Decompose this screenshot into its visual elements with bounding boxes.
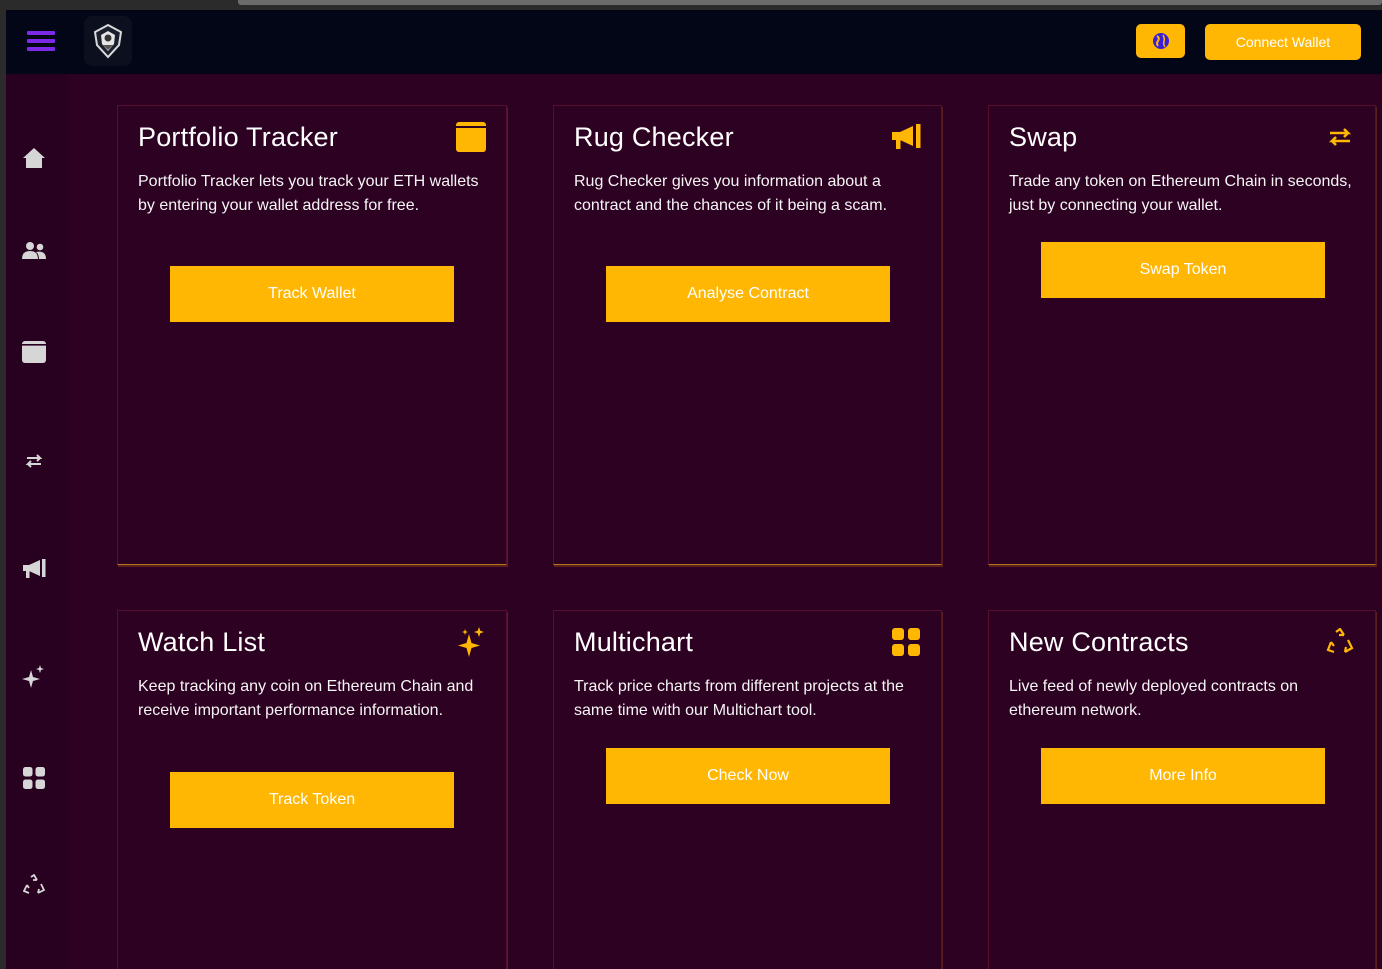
sidebar-item-rug-checker[interactable]: [20, 555, 48, 583]
card-title: Portfolio Tracker: [138, 122, 338, 152]
card-description: Portfolio Tracker lets you track your ET…: [138, 173, 479, 214]
track-wallet-button[interactable]: Track Wallet: [170, 266, 454, 322]
analyse-contract-button[interactable]: Analyse Contract: [606, 266, 890, 322]
wallet-icon: [456, 122, 486, 152]
sidebar-item-wallet[interactable]: [20, 338, 48, 366]
card-description: Trade any token on Ethereum Chain in sec…: [1009, 173, 1352, 214]
card-description: Track price charts from different projec…: [574, 678, 904, 719]
sidebar-item-home[interactable]: [20, 144, 48, 172]
recycle-icon: [1326, 628, 1354, 654]
home-icon: [23, 148, 45, 168]
check-now-button[interactable]: Check Now: [606, 748, 890, 804]
swap-icon: [1328, 128, 1352, 146]
card-multichart: Multichart Track price charts from diffe…: [553, 610, 942, 969]
sidebar-item-users[interactable]: [20, 237, 48, 265]
globe-icon: [1152, 33, 1169, 49]
wallet-icon: [22, 341, 46, 363]
grid-icon: [23, 767, 45, 789]
sidebar-item-new-contracts[interactable]: [20, 871, 48, 899]
connect-wallet-button[interactable]: Connect Wallet: [1205, 24, 1361, 60]
sparkles-icon: [22, 665, 44, 688]
app-window: Connect Wallet Portfolio Tracker Portfol…: [6, 10, 1382, 969]
menu-icon[interactable]: [27, 29, 55, 53]
card-title: New Contracts: [1009, 627, 1189, 657]
card-title: Rug Checker: [574, 122, 734, 152]
card-description: Rug Checker gives you information about …: [574, 173, 888, 214]
card-portfolio-tracker: Portfolio Tracker Portfolio Tracker lets…: [117, 105, 507, 565]
card-title: Watch List: [138, 627, 266, 657]
sidebar: [6, 74, 68, 969]
top-header: Connect Wallet: [6, 10, 1382, 74]
brand-logo[interactable]: [84, 16, 132, 66]
sidebar-item-multichart[interactable]: [20, 764, 48, 792]
sidebar-item-swap[interactable]: [20, 447, 48, 475]
card-description: Keep tracking any coin on Ethereum Chain…: [138, 678, 474, 719]
browser-top-strip: [0, 0, 1382, 10]
grid-icon: [892, 628, 920, 656]
swap-token-button[interactable]: Swap Token: [1041, 242, 1325, 298]
card-title: Multichart: [574, 627, 694, 657]
recycle-icon: [23, 874, 45, 894]
megaphone-icon: [23, 559, 46, 578]
card-new-contracts: New Contracts Live feed of newly deploye…: [988, 610, 1376, 969]
megaphone-icon: [892, 124, 921, 149]
users-icon: [22, 242, 46, 259]
horizontal-scrollbar[interactable]: [238, 0, 1382, 5]
card-title: Swap: [1009, 122, 1078, 152]
track-token-button[interactable]: Track Token: [170, 772, 454, 828]
more-info-button[interactable]: More Info: [1041, 748, 1325, 804]
card-rug-checker: Rug Checker Rug Checker gives you inform…: [553, 105, 942, 565]
card-watch-list: Watch List Keep tracking any coin on Eth…: [117, 610, 507, 969]
swap-icon: [25, 454, 43, 468]
card-description: Live feed of newly deployed contracts on…: [1009, 678, 1299, 719]
network-button[interactable]: [1136, 24, 1185, 58]
sparkles-icon: [458, 627, 484, 657]
sidebar-item-watchlist[interactable]: [20, 663, 48, 691]
card-swap: Swap Trade any token on Ethereum Chain i…: [988, 105, 1376, 565]
